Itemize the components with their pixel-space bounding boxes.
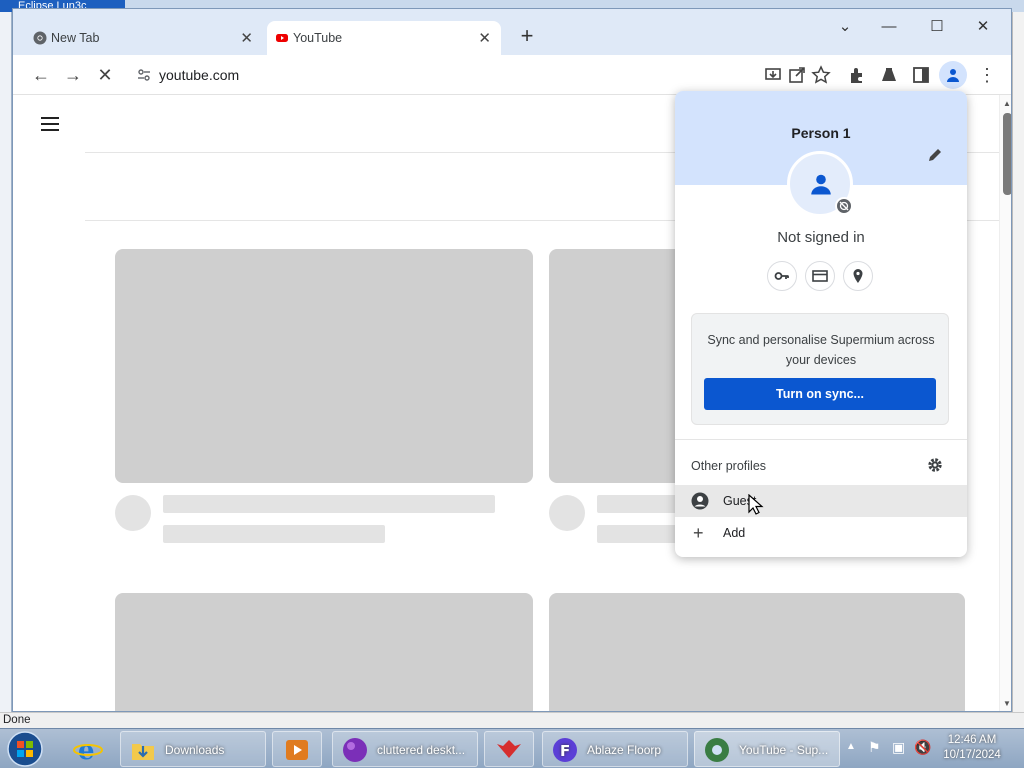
site-settings-icon[interactable] [137,68,151,82]
payment-card-button[interactable] [805,261,835,291]
forward-icon[interactable]: → [61,63,85,87]
close-icon[interactable]: ✕ [961,17,1005,37]
taskbar-item-cluttered-desktop[interactable]: cluttered deskt... [332,731,478,767]
side-panel-icon[interactable] [911,65,931,85]
taskbar-item-downloads[interactable]: Downloads [120,731,266,767]
plus-icon: + [693,523,704,543]
taskbar-item-label: Ablaze Floorp [587,743,662,757]
sign-in-status: Not signed in [777,229,865,246]
video-thumbnail-placeholder [549,593,965,711]
media-player-icon [286,740,308,760]
internet-explorer-icon[interactable]: e [72,734,104,764]
profile-name: Person 1 [791,125,851,141]
sync-off-badge-icon [835,197,853,215]
status-bar: Done [0,712,1024,728]
tab-youtube[interactable]: YouTube ✕ [267,21,501,55]
svg-text:e: e [78,736,95,764]
taskbar-clock[interactable]: 12:46 AM 10/17/2024 [926,733,1018,763]
folder-icon [132,744,154,760]
tab-strip: New Tab ✕ YouTube ✕ + ⌄ — ☐ ✕ [13,9,1011,55]
close-tab-icon[interactable]: ✕ [478,29,491,47]
install-app-icon[interactable] [763,65,783,85]
menu-divider [675,439,967,440]
taskbar-item-label: Downloads [165,743,225,757]
start-button-icon[interactable] [4,730,46,768]
key-icon [774,272,789,280]
minimize-icon[interactable]: — [867,17,911,37]
account-circle-icon [691,492,709,510]
credit-card-icon [812,270,828,282]
video-thumbnail-placeholder [115,593,533,711]
tab-label: New Tab [51,31,100,45]
taskbar-item-youtube-supermium[interactable]: YouTube - Sup... [694,731,840,767]
title-line-placeholder [163,495,495,513]
tab-new-tab[interactable]: New Tab ✕ [25,21,263,55]
taskbar-item-ablaze-floorp[interactable]: F Ablaze Floorp [542,731,688,767]
meta-line-placeholder [163,525,385,543]
clock-date: 10/17/2024 [943,749,1001,761]
hamburger-menu-icon[interactable] [41,117,59,131]
tray-expand-icon[interactable]: ▲ [846,741,856,752]
other-profiles-heading: Other profiles [691,459,767,473]
back-icon[interactable]: ← [29,63,53,87]
background-window-edge-right [1012,12,1024,712]
person-icon [811,174,831,195]
sync-promo-card: Sync and personalise Supermium across yo… [691,313,949,425]
passwords-key-button[interactable] [767,261,797,291]
channel-avatar-placeholder [549,495,585,531]
taskbar-item-media-player[interactable] [272,731,322,767]
channel-avatar-placeholder [115,495,151,531]
profile-item-guest[interactable]: Guest [675,485,967,517]
profile-button[interactable] [939,61,967,89]
browser-window: New Tab ✕ YouTube ✕ + ⌄ — ☐ ✕ ← → ✕ yout… [12,8,1012,712]
gear-icon[interactable] [927,457,943,473]
taskbar-item-app[interactable] [484,731,534,767]
page-scrollbar[interactable]: ▲ ▼ [999,95,1011,711]
taskbar: e Downloads cluttered deskt... F Ablaze … [0,728,1024,768]
maximize-icon[interactable]: ☐ [915,17,959,37]
labs-flask-icon[interactable] [879,65,899,85]
taskbar-item-label: YouTube - Sup... [739,743,829,757]
addresses-button[interactable] [843,261,873,291]
action-center-flag-icon[interactable]: ⚑ [868,739,881,756]
taskbar-item-label: cluttered deskt... [377,743,466,757]
svg-text:F: F [560,742,570,760]
edit-pencil-icon[interactable] [927,147,943,163]
scroll-down-icon[interactable]: ▼ [1003,699,1011,708]
scrollbar-thumb[interactable] [1003,113,1011,195]
network-icon[interactable]: ▣ [892,739,905,756]
location-pin-icon [853,269,863,283]
chrome-icon [33,31,47,45]
scroll-up-icon[interactable]: ▲ [1003,99,1011,108]
mouse-cursor-icon [748,494,764,515]
bookmark-star-icon[interactable] [811,65,831,85]
person-icon [947,69,959,82]
video-thumbnail-placeholder [115,249,533,483]
share-icon[interactable] [787,65,807,85]
app-orb-icon [343,738,367,762]
stop-icon[interactable]: ✕ [93,63,117,87]
close-tab-icon[interactable]: ✕ [240,29,253,47]
turn-on-sync-button[interactable]: Turn on sync... [704,378,936,410]
extensions-icon[interactable] [847,65,867,85]
clock-time: 12:46 AM [947,734,997,746]
sync-promo-text: Sync and personalise Supermium across yo… [707,333,935,367]
tab-label: YouTube [293,31,343,45]
profile-item-add[interactable]: + Add [675,517,967,549]
red-fox-icon [497,740,521,758]
supermium-icon [705,738,729,762]
profile-item-label: Add [723,526,746,540]
chevron-down-icon[interactable]: ⌄ [823,17,867,37]
menu-kebab-icon[interactable]: ⋮ [975,63,999,87]
address-bar[interactable]: youtube.com [125,59,585,91]
browser-toolbar: ← → ✕ youtube.com ⋮ [13,55,1011,95]
floorp-icon: F [553,738,577,762]
profile-menu: Person 1 Not signed in Sync and personal… [675,91,967,557]
url-text: youtube.com [159,67,240,83]
youtube-icon [276,34,288,42]
background-window-edge [0,12,12,712]
new-tab-button[interactable]: + [513,23,541,51]
